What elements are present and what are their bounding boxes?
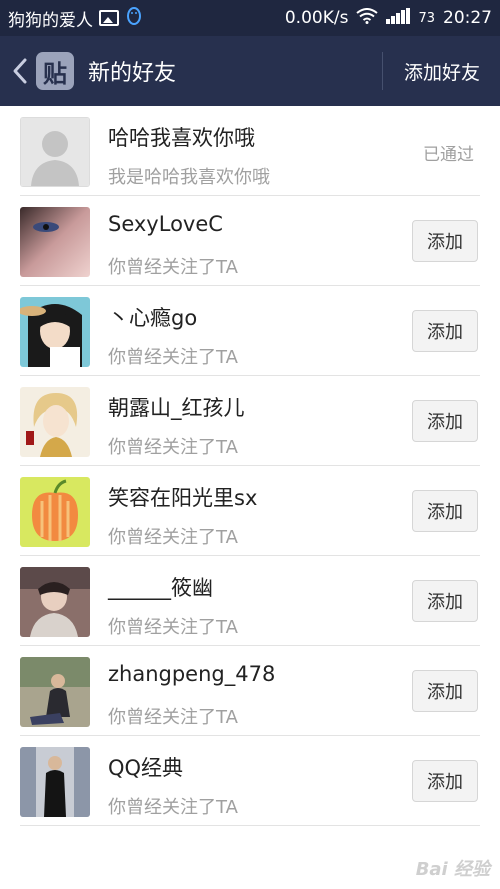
signal-icon [386, 7, 411, 29]
friend-name: 哈哈我喜欢你哦 [108, 126, 255, 150]
battery-level: 73 [418, 10, 435, 26]
friend-subtitle: 你曾经关注了TA [108, 437, 238, 458]
add-button[interactable]: 添加 [412, 670, 478, 712]
status-bar: 狗狗的爱人 0.00K/s 73 20:27 [0, 0, 500, 36]
friend-name: ______筱幽 [108, 576, 213, 600]
anime-boy-avatar [20, 387, 90, 457]
friend-name: 朝露山_红孩儿 [108, 396, 245, 420]
baidu-watermark: Bai 经验 [415, 859, 490, 880]
add-button[interactable]: 添加 [412, 490, 478, 532]
back-arrow-icon[interactable] [6, 36, 34, 106]
friend-name: 笑容在阳光里sx [108, 486, 258, 510]
friend-subtitle: 你曾经关注了TA [108, 527, 238, 548]
friend-name: QQ经典 [108, 756, 184, 780]
add-button[interactable]: 添加 [412, 220, 478, 262]
friend-subtitle: 你曾经关注了TA [108, 797, 238, 818]
status-app-name: 狗狗的爱人 [8, 10, 93, 31]
friend-subtitle: 你曾经关注了TA [108, 257, 238, 278]
approved-status: 已通过 [423, 145, 474, 165]
add-friend-button[interactable]: 添加好友 [404, 58, 480, 85]
friend-subtitle: 我是哈哈我喜欢你哦 [108, 167, 270, 188]
network-speed: 0.00K/s [284, 8, 349, 28]
apple-avatar [20, 477, 90, 547]
person-sitting-avatar [20, 657, 90, 727]
person-suit-avatar [20, 747, 90, 817]
default-avatar [20, 117, 90, 187]
clock: 20:27 [443, 8, 492, 28]
tieba-logo-icon: 贴 [36, 52, 74, 90]
wifi-icon [356, 7, 379, 29]
header-bar: 贴 新的好友 添加好友 [0, 36, 500, 106]
anime-girl-avatar [20, 297, 90, 367]
friend-subtitle: 你曾经关注了TA [108, 347, 238, 368]
header-divider [382, 52, 383, 90]
add-button[interactable]: 添加 [412, 400, 478, 442]
friend-name: zhangpeng_478 [108, 662, 276, 686]
image-notification-icon [99, 10, 119, 26]
add-button[interactable]: 添加 [412, 760, 478, 802]
friend-subtitle: 你曾经关注了TA [108, 707, 238, 728]
friend-row[interactable]: zhangpeng_478 你曾经关注了TA 添加 [20, 646, 480, 736]
add-button[interactable]: 添加 [412, 310, 478, 352]
friend-row[interactable]: 哈哈我喜欢你哦 我是哈哈我喜欢你哦 已通过 [20, 106, 480, 196]
friend-name: SexyLoveC [108, 212, 223, 236]
person-photo-avatar [20, 567, 90, 637]
friend-row[interactable]: QQ经典 你曾经关注了TA 添加 [20, 736, 480, 826]
friend-row[interactable]: SexyLoveC 你曾经关注了TA 添加 [20, 196, 480, 286]
qq-penguin-icon [125, 5, 143, 32]
friend-row[interactable]: ______筱幽 你曾经关注了TA 添加 [20, 556, 480, 646]
friend-name: 丶心瘾go [108, 306, 198, 330]
add-button[interactable]: 添加 [412, 580, 478, 622]
friend-row[interactable]: 笑容在阳光里sx 你曾经关注了TA 添加 [20, 466, 480, 556]
friend-subtitle: 你曾经关注了TA [108, 617, 238, 638]
friend-row[interactable]: 丶心瘾go 你曾经关注了TA 添加 [20, 286, 480, 376]
friend-row[interactable]: 朝露山_红孩儿 你曾经关注了TA 添加 [20, 376, 480, 466]
eye-portrait-avatar [20, 207, 90, 277]
page-title: 新的好友 [88, 61, 177, 86]
